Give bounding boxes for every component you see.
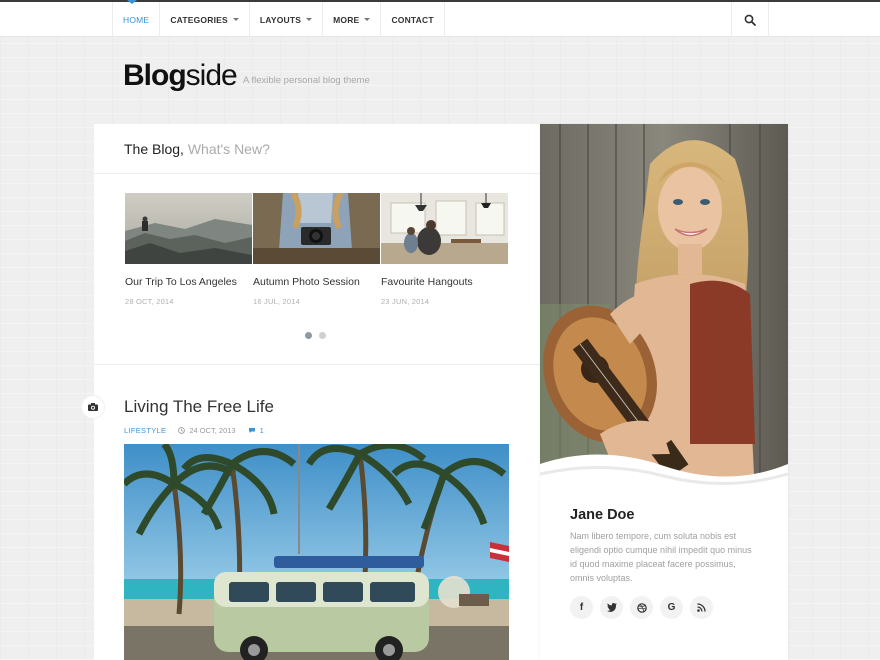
nav-item-label: HOME	[123, 14, 150, 25]
social-links: f G	[570, 596, 713, 619]
camera-icon	[88, 403, 98, 411]
nav-item-label: LAYOUTS	[259, 14, 302, 25]
rss-link[interactable]	[690, 596, 713, 619]
post-meta: LIFESTYLE 24 OCT, 2013 1	[124, 426, 264, 435]
site-logo[interactable]: Blogside	[123, 59, 238, 92]
nav-item-label: CONTACT	[391, 14, 434, 25]
slider-dot[interactable]	[319, 332, 326, 339]
twitter-icon	[606, 603, 617, 612]
slider-item[interactable]: Favourite Hangouts 23 JUN, 2014	[381, 193, 508, 306]
post-comment-count[interactable]: 1	[260, 426, 264, 435]
post-date: 24 OCT, 2013	[189, 426, 236, 435]
dribbble-icon	[636, 602, 647, 613]
chevron-down-icon	[232, 18, 239, 21]
slider-item[interactable]: Our Trip To Los Angeles 28 OCT, 2014	[125, 193, 252, 306]
top-navigation-bar: HOME CATEGORIES LAYOUTS MORE CONTACT	[0, 0, 880, 37]
slider-thumbnail-cafe[interactable]	[381, 193, 508, 264]
nav-item-contact[interactable]: CONTACT	[381, 2, 445, 37]
slider-dot-active[interactable]	[305, 332, 312, 339]
slide-date: 16 JUL, 2014	[253, 297, 301, 306]
rss-icon	[697, 603, 706, 612]
dribbble-link[interactable]	[630, 596, 653, 619]
slider-thumbnail-camera[interactable]	[253, 193, 380, 264]
slide-title[interactable]: Favourite Hangouts	[381, 275, 508, 290]
site-tagline: A flexible personal blog theme	[243, 75, 370, 86]
author-profile-card: Jane Doe Nam libero tempore, cum soluta …	[540, 124, 788, 660]
nav-item-layouts[interactable]: LAYOUTS	[250, 2, 324, 37]
slide-date: 28 OCT, 2014	[125, 297, 174, 306]
author-name: Jane Doe	[570, 507, 635, 523]
comment-icon	[248, 428, 255, 433]
author-bio: Nam libero tempore, cum soluta nobis est…	[570, 531, 752, 583]
twitter-link[interactable]	[600, 596, 623, 619]
post-featured-image[interactable]	[124, 444, 509, 660]
main-menu: HOME CATEGORIES LAYOUTS MORE CONTACT	[112, 0, 445, 37]
nav-item-more[interactable]: MORE	[323, 2, 382, 37]
slide-date: 23 JUN, 2014	[381, 297, 430, 306]
section-title-main: The Blog,	[124, 141, 184, 157]
slider-item[interactable]: Autumn Photo Session 16 JUL, 2014	[253, 193, 380, 306]
nav-item-label: MORE	[333, 14, 360, 25]
logo-light-text: side	[185, 59, 238, 92]
search-button[interactable]	[731, 2, 769, 37]
chevron-down-icon	[306, 18, 313, 21]
slide-title[interactable]: Autumn Photo Session	[253, 275, 380, 290]
slider-thumbnail-mountain[interactable]	[125, 193, 252, 264]
post-category-link[interactable]: LIFESTYLE	[124, 426, 166, 435]
post-title[interactable]: Living The Free Life	[124, 397, 274, 417]
nav-item-label: CATEGORIES	[170, 14, 228, 25]
post-format-badge	[82, 396, 104, 418]
blog-content-card: The Blog, What's New? Our Trip To Los An…	[82, 124, 540, 660]
google-icon: G	[667, 602, 676, 613]
section-title-subtitle: What's New?	[187, 141, 270, 157]
clock-icon	[178, 427, 186, 434]
facebook-link[interactable]: f	[570, 596, 593, 619]
search-icon	[744, 14, 756, 26]
divider	[94, 364, 540, 365]
slide-title[interactable]: Our Trip To Los Angeles	[125, 275, 252, 290]
author-photo	[540, 124, 788, 496]
nav-item-home[interactable]: HOME	[113, 0, 161, 37]
slider-pagination	[305, 332, 326, 339]
section-title: The Blog, What's New?	[124, 141, 270, 157]
divider	[94, 173, 540, 174]
facebook-icon: f	[579, 602, 584, 613]
logo-bold-text: Blog	[123, 59, 187, 92]
google-link[interactable]: G	[660, 596, 683, 619]
chevron-down-icon	[364, 18, 371, 21]
nav-item-categories[interactable]: CATEGORIES	[160, 2, 250, 37]
